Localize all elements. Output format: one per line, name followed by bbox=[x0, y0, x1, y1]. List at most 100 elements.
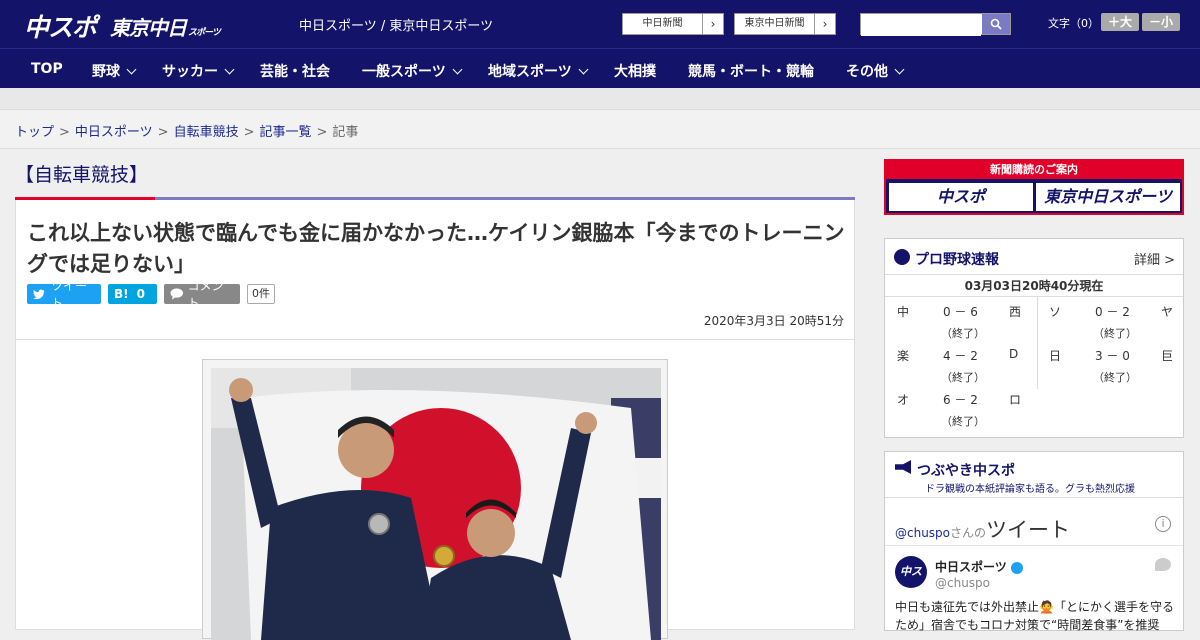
score: 3 － 0 bbox=[1095, 349, 1130, 363]
promo-tokyo-button[interactable]: 東京中日スポーツ bbox=[1036, 183, 1180, 211]
promo-chuspo-button[interactable]: 中スポ bbox=[889, 183, 1033, 211]
score: 0 － 2 bbox=[1095, 305, 1130, 319]
home-team: 中 bbox=[897, 305, 910, 319]
comment-label: コメント bbox=[187, 279, 224, 310]
nav-item-racing[interactable]: 競馬・ボート・競輪 bbox=[688, 61, 814, 81]
font-bigger-button[interactable]: ＋大 bbox=[1101, 13, 1139, 31]
nav-label: 芸能・社会 bbox=[260, 64, 330, 80]
tokyo-chunichi-logo[interactable]: 東京中日 スポーツ bbox=[110, 12, 221, 41]
breadcrumb-sep: > bbox=[243, 125, 255, 140]
chevron-down-icon bbox=[894, 64, 905, 75]
nav-item-baseball[interactable]: 野球 bbox=[92, 61, 137, 81]
tokyo-logo-text: 東京中日 bbox=[110, 16, 187, 40]
score-grid: 中 0 － 6 西 （終了） ソ 0 － 2 ヤ （終了） 楽 4 － 2 D … bbox=[885, 297, 1183, 437]
breadcrumb: トップ > 中日スポーツ > 自転車競技 > 記事一覧 > 記事 bbox=[15, 121, 358, 140]
away-team: 巨 bbox=[1161, 349, 1174, 363]
search-button[interactable] bbox=[982, 14, 1010, 34]
breadcrumb-top[interactable]: トップ bbox=[15, 125, 54, 140]
game-row[interactable]: 楽 4 － 2 D （終了） bbox=[885, 341, 1033, 385]
breadcrumb-cycling[interactable]: 自転車競技 bbox=[174, 125, 239, 140]
home-team: 楽 bbox=[897, 349, 910, 363]
tweet-author-name[interactable]: 中日スポーツ bbox=[935, 558, 1023, 575]
breadcrumb-sep: > bbox=[157, 125, 169, 140]
nav-item-other[interactable]: その他 bbox=[846, 61, 905, 81]
comment-count: 0件 bbox=[247, 284, 275, 304]
site-title[interactable]: 中日スポーツ / 東京中日スポーツ bbox=[299, 15, 493, 34]
hatena-icon: B! bbox=[114, 287, 129, 301]
article-photo[interactable] bbox=[211, 368, 661, 640]
divider bbox=[885, 545, 1183, 546]
tweet-label: ツイート bbox=[50, 279, 87, 310]
game-row[interactable]: 中 0 － 6 西 （終了） bbox=[885, 297, 1033, 341]
ext-link-label: 東京中日新聞 bbox=[735, 14, 815, 34]
nav-item-top[interactable]: TOP bbox=[31, 61, 63, 77]
game-row[interactable]: ソ 0 － 2 ヤ （終了） bbox=[1037, 297, 1185, 341]
breadcrumb-sep: > bbox=[59, 125, 70, 140]
breadcrumb-chunichi-sports[interactable]: 中日スポーツ bbox=[75, 125, 153, 140]
breadcrumb-sep: > bbox=[316, 125, 328, 140]
breadcrumb-current: 記事 bbox=[332, 125, 359, 140]
panel-subtitle: ドラ観戦の本紙評論家も語る。グラも熱烈応援 bbox=[925, 484, 1135, 495]
verified-icon bbox=[1010, 561, 1023, 574]
nav-label: 大相撲 bbox=[614, 64, 656, 80]
search-box bbox=[860, 13, 1011, 36]
article-headline: これ以上ない状態で臨んでも金に届かなかった…ケイリン銀脇本「今までのトレーニング… bbox=[27, 221, 845, 276]
comment-button[interactable]: コメント bbox=[164, 279, 240, 310]
article-photo-frame bbox=[202, 359, 668, 640]
megaphone-icon bbox=[895, 460, 911, 474]
game-status: （終了） bbox=[1093, 371, 1137, 384]
font-size-label: 文字（0） bbox=[1048, 17, 1099, 30]
chunichi-shimbun-link[interactable]: 中日新聞 › bbox=[622, 13, 724, 35]
twitter-bird-icon[interactable] bbox=[1155, 558, 1171, 571]
breadcrumb-article-list[interactable]: 記事一覧 bbox=[260, 125, 312, 140]
baseball-scores-panel: プロ野球速報 詳細 > 03月03日20時40分現在 中 0 － 6 西 （終了… bbox=[884, 238, 1184, 438]
score: 4 － 2 bbox=[943, 349, 978, 363]
away-team: ヤ bbox=[1161, 305, 1174, 319]
nav-item-soccer[interactable]: サッカー bbox=[162, 61, 235, 81]
game-row[interactable]: オ 6 － 2 ロ （終了） bbox=[885, 385, 1033, 429]
nav-label: その他 bbox=[846, 64, 888, 80]
timeline-label: ツイート bbox=[986, 518, 1071, 542]
baseball-icon bbox=[894, 249, 910, 265]
panel-title: つぶやき中スポ bbox=[917, 463, 1015, 479]
search-input[interactable] bbox=[861, 16, 981, 36]
tokyo-logo-small: スポーツ bbox=[188, 28, 221, 38]
tweet-text: 中日も遠征先では外出禁止🙅「とにかく選手を守るため」宿舎でもコロナ対策で“時間差… bbox=[895, 600, 1174, 632]
score: 6 － 2 bbox=[943, 393, 978, 407]
article-card: これ以上ない状態で臨んでも金に届かなかった…ケイリン銀脇本「今までのトレーニング… bbox=[15, 200, 855, 640]
chevron-right-icon: › bbox=[710, 17, 716, 31]
chevron-down-icon bbox=[578, 64, 589, 75]
nav-item-general-sports[interactable]: 一般スポーツ bbox=[362, 61, 463, 81]
nav-item-entertainment[interactable]: 芸能・社会 bbox=[260, 61, 330, 81]
twitter-icon bbox=[33, 288, 45, 299]
game-row[interactable]: 日 3 － 0 巨 （終了） bbox=[1037, 341, 1185, 385]
game-status: （終了） bbox=[941, 327, 985, 340]
hatena-bookmark-button[interactable]: B! 0 bbox=[108, 284, 157, 304]
home-team: 日 bbox=[1049, 349, 1062, 363]
font-smaller-button[interactable]: －小 bbox=[1142, 13, 1180, 31]
nav-label: TOP bbox=[31, 61, 63, 77]
info-icon[interactable]: i bbox=[1155, 516, 1171, 532]
panel-title: プロ野球速報 bbox=[915, 252, 999, 268]
chevron-down-icon bbox=[224, 64, 235, 75]
tweet-author-handle[interactable]: @chuspo bbox=[935, 576, 990, 590]
tweet-button[interactable]: ツイート bbox=[27, 279, 101, 310]
nav-item-sumo[interactable]: 大相撲 bbox=[614, 61, 656, 81]
tokyo-shimbun-link[interactable]: 東京中日新聞 › bbox=[734, 13, 836, 35]
chuspo-logo[interactable]: 中スポ bbox=[24, 8, 97, 44]
avatar[interactable]: 中スポ bbox=[895, 556, 927, 610]
panel-header: プロ野球速報 詳細 > bbox=[885, 239, 1183, 275]
nav-label: 一般スポーツ bbox=[362, 64, 446, 80]
site-header: 中スポ 東京中日 スポーツ 中日スポーツ / 東京中日スポーツ 中日新聞 › 東京… bbox=[0, 0, 1200, 48]
handle-link[interactable]: @chuspo bbox=[895, 526, 950, 540]
breadcrumb-bar: トップ > 中日スポーツ > 自転車競技 > 記事一覧 > 記事 bbox=[0, 111, 1200, 149]
nav-label: 競馬・ボート・競輪 bbox=[688, 64, 814, 80]
nav-label: 野球 bbox=[92, 64, 120, 80]
details-link[interactable]: 詳細 > bbox=[1134, 249, 1175, 268]
nav-label: 地域スポーツ bbox=[488, 64, 572, 80]
chevron-down-icon bbox=[452, 64, 463, 75]
hatena-count: 0 bbox=[136, 287, 145, 301]
nav-item-regional-sports[interactable]: 地域スポーツ bbox=[488, 61, 589, 81]
chevron-down-icon bbox=[126, 64, 137, 75]
away-team: D bbox=[1009, 347, 1019, 361]
